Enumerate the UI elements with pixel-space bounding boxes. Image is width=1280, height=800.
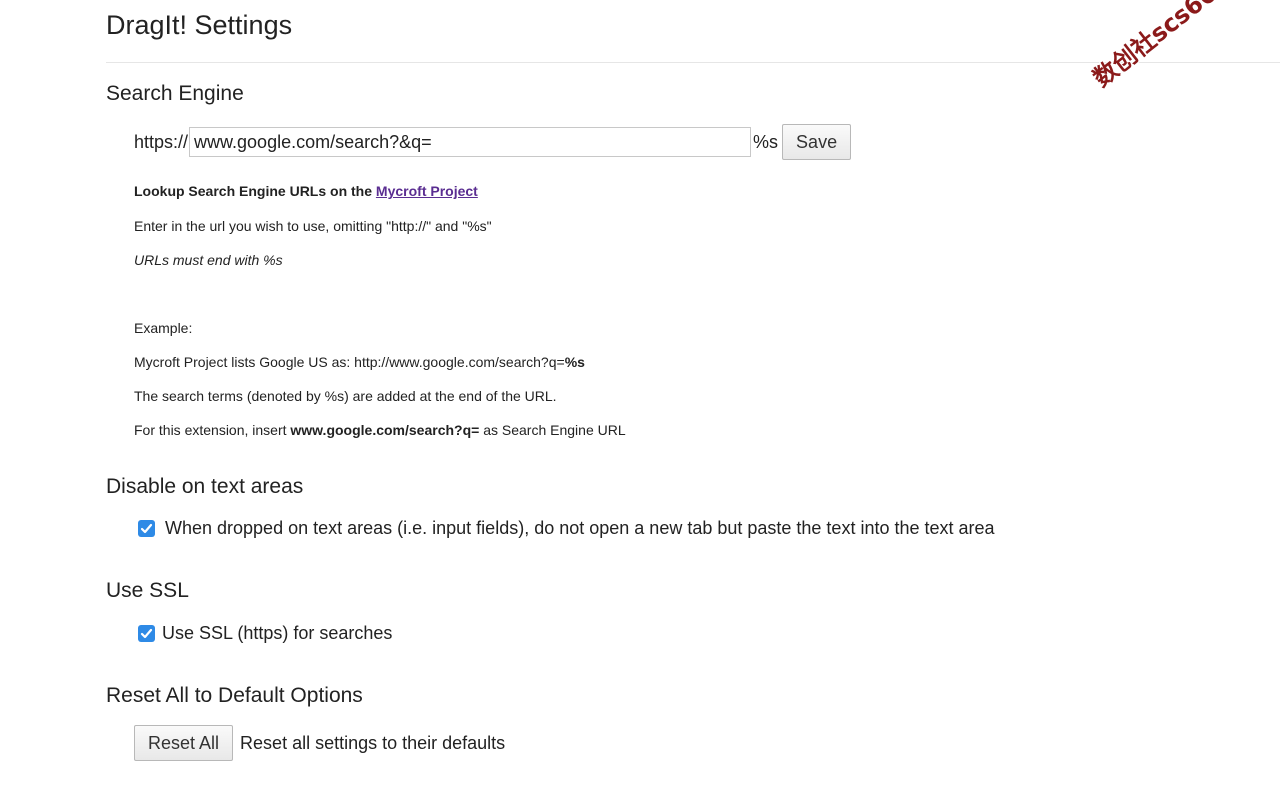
example-line-1-text: Mycroft Project lists Google US as: http… bbox=[134, 354, 565, 370]
example-line-1: Mycroft Project lists Google US as: http… bbox=[134, 354, 585, 370]
disable-text-areas-heading: Disable on text areas bbox=[106, 475, 304, 498]
disable-text-areas-checkbox[interactable] bbox=[138, 520, 155, 537]
page-title: DragIt! Settings bbox=[106, 10, 293, 40]
example-line-1-bold: %s bbox=[564, 354, 585, 370]
example-line-2: The search terms (denoted by %s) are add… bbox=[134, 388, 557, 404]
mycroft-project-link[interactable]: Mycroft Project bbox=[376, 183, 478, 199]
use-ssl-heading: Use SSL bbox=[106, 579, 189, 602]
lookup-line: Lookup Search Engine URLs on the Mycroft… bbox=[134, 183, 478, 199]
disable-text-areas-label: When dropped on text areas (i.e. input f… bbox=[165, 518, 995, 538]
reset-all-button[interactable]: Reset All bbox=[134, 725, 234, 761]
use-ssl-label: Use SSL (https) for searches bbox=[162, 623, 393, 643]
checkmark-icon bbox=[140, 523, 153, 534]
url-prefix: https:// bbox=[134, 131, 189, 152]
disable-text-areas-row: When dropped on text areas (i.e. input f… bbox=[138, 518, 995, 539]
must-end-note: URLs must end with %s bbox=[134, 252, 283, 268]
search-engine-heading: Search Engine bbox=[106, 82, 244, 105]
example-label: Example: bbox=[134, 320, 193, 336]
watermark: 数创社scs66 bbox=[1087, 0, 1222, 93]
example-line-3: For this extension, insert www.google.co… bbox=[134, 422, 626, 438]
url-suffix: %s bbox=[753, 131, 779, 152]
example-line-3-bold: www.google.com/search?q= bbox=[290, 422, 480, 438]
save-button[interactable]: Save bbox=[782, 124, 852, 160]
example-line-3-prefix: For this extension, insert bbox=[134, 422, 287, 438]
example-line-3-suffix: as Search Engine URL bbox=[483, 422, 626, 438]
lookup-text: Lookup Search Engine URLs on the bbox=[134, 183, 373, 199]
instruction-text: Enter in the url you wish to use, omitti… bbox=[134, 218, 492, 234]
use-ssl-row: Use SSL (https) for searches bbox=[138, 623, 392, 644]
search-url-input[interactable] bbox=[189, 127, 752, 157]
search-url-row: https:// %s Save bbox=[134, 124, 852, 160]
use-ssl-checkbox[interactable] bbox=[138, 625, 155, 642]
reset-heading: Reset All to Default Options bbox=[106, 684, 363, 707]
reset-row: Reset All Reset all settings to their de… bbox=[134, 725, 505, 761]
checkmark-icon bbox=[140, 628, 153, 639]
reset-description: Reset all settings to their defaults bbox=[240, 732, 506, 753]
